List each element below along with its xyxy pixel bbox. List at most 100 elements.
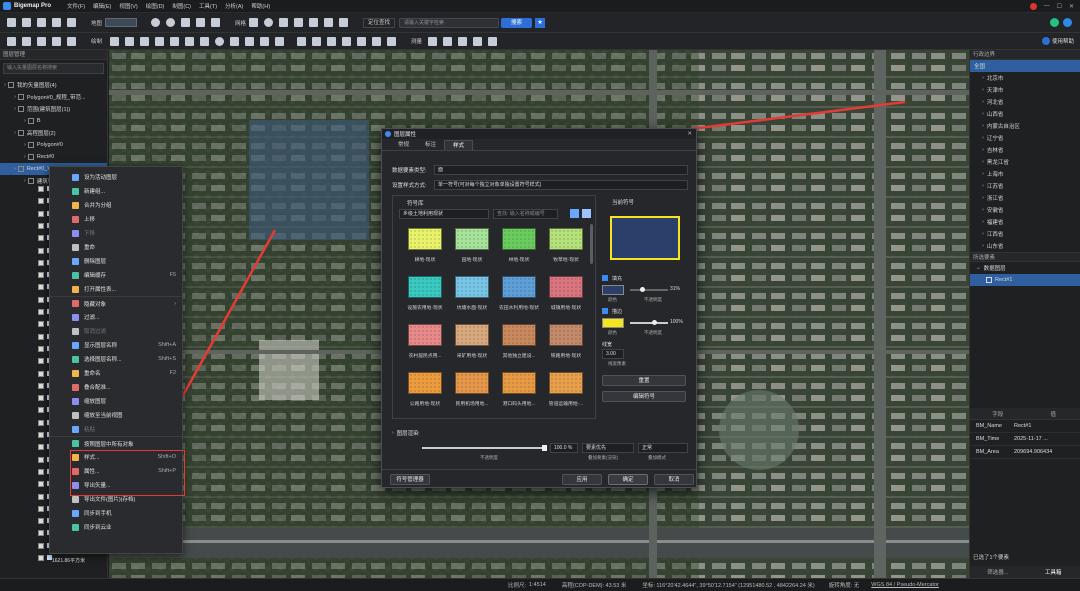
feature-item-rect1[interactable]: Rect#1 <box>970 274 1080 286</box>
feature-checkbox[interactable] <box>38 444 44 451</box>
context-menu-item[interactable]: 隐藏对象 › <box>50 296 182 310</box>
reset-button[interactable]: 重置 <box>602 375 686 386</box>
layer-icon[interactable] <box>211 18 221 27</box>
feature-checkbox[interactable] <box>38 395 44 402</box>
fill-opacity-slider[interactable] <box>630 289 668 291</box>
feature-checkbox[interactable] <box>38 296 44 303</box>
polygon-icon[interactable] <box>200 36 210 46</box>
expand-arrow-icon[interactable]: › <box>982 123 984 129</box>
feature-checkbox[interactable] <box>38 432 44 438</box>
identify-icon[interactable] <box>67 36 76 46</box>
region-item[interactable]: › 辽宁省 <box>970 132 1080 144</box>
expand-arrow-icon[interactable]: › <box>982 135 984 141</box>
blend-select[interactable]: 要素优先 <box>582 443 634 453</box>
symbol-search-input[interactable]: 查找: 输入名称或编号 <box>493 209 558 219</box>
measure-area-icon[interactable] <box>443 36 453 46</box>
visibility-checkbox[interactable] <box>27 154 34 160</box>
menu-item[interactable]: 制图(C) <box>172 2 191 10</box>
attribute-header[interactable]: 值 <box>1026 410 1080 418</box>
symbol-manager-button[interactable]: 符号管理器 <box>390 474 430 485</box>
table-icon[interactable] <box>279 18 289 27</box>
dialog-close-icon[interactable]: ✕ <box>687 131 692 137</box>
globe-icon[interactable] <box>264 18 274 27</box>
cloud-icon[interactable] <box>1063 18 1072 27</box>
region-item[interactable]: › 安徽省 <box>970 204 1080 216</box>
profile-icon[interactable] <box>488 36 498 46</box>
grid-view-icon[interactable] <box>582 209 591 218</box>
fill-color-swatch[interactable] <box>602 285 624 295</box>
save-icon[interactable] <box>52 18 61 27</box>
layer-tree-item[interactable]: › Polygon#0_规程_带范... <box>0 91 107 103</box>
attribute-row[interactable]: BM_Area 209694.906434 <box>970 446 1080 459</box>
measure-height-icon[interactable] <box>473 36 483 46</box>
menu-item[interactable]: 帮助(H) <box>251 2 270 10</box>
fullscreen-icon[interactable] <box>181 18 191 27</box>
context-menu-item[interactable]: 上移 <box>50 212 182 226</box>
context-menu-item[interactable]: 重命 <box>50 240 182 254</box>
crs-readout[interactable]: WGS 84 / Pseudo-Mercator <box>871 582 939 588</box>
visibility-checkbox[interactable] <box>27 118 34 124</box>
cut-icon[interactable] <box>372 36 382 46</box>
feature-checkbox[interactable] <box>38 321 44 328</box>
pan-hand-icon[interactable] <box>7 36 16 46</box>
feature-checkbox[interactable] <box>38 222 44 229</box>
feature-checkbox[interactable] <box>38 481 44 488</box>
close-icon[interactable]: ✕ <box>1069 3 1074 10</box>
context-menu-item[interactable]: 合并为分组 <box>50 198 182 212</box>
symbol-swatch[interactable] <box>408 324 442 346</box>
region-item[interactable]: › 北京市 <box>970 72 1080 84</box>
ok-button[interactable]: 确定 <box>608 474 648 485</box>
layer-tree-item[interactable]: › B <box>0 115 107 127</box>
region-item[interactable]: › 黑龙江省 <box>970 156 1080 168</box>
feature-checkbox[interactable] <box>38 259 44 266</box>
search-input[interactable]: 请输入关键字检索 <box>399 17 500 28</box>
full-extent-icon[interactable] <box>196 18 206 27</box>
scale-value[interactable]: 1:4514 <box>529 582 546 588</box>
expand-arrow-icon[interactable]: › <box>982 111 984 117</box>
maximize-icon[interactable]: ☐ <box>1057 3 1062 10</box>
context-menu-item[interactable]: 过滤... <box>50 310 182 324</box>
expand-arrow-icon[interactable]: › <box>4 82 6 88</box>
feature-checkbox[interactable] <box>38 518 44 525</box>
feature-checkbox[interactable] <box>38 530 44 537</box>
symbol-swatch[interactable] <box>455 228 489 250</box>
context-menu-item[interactable]: 选择图层名称... Shift+S <box>50 352 182 366</box>
visibility-checkbox[interactable] <box>27 178 34 184</box>
stroke-checkbox[interactable] <box>602 308 608 314</box>
open-file-icon[interactable] <box>22 18 31 27</box>
region-item[interactable]: › 浙江省 <box>970 192 1080 204</box>
expand-arrow-icon[interactable]: › <box>14 94 16 100</box>
expand-arrow-icon[interactable]: › <box>982 147 984 153</box>
map-source-icon[interactable] <box>105 18 138 27</box>
menu-item[interactable]: 绘图(D) <box>146 2 165 10</box>
symbol-swatch[interactable] <box>502 372 536 394</box>
region-item[interactable]: › 福建省 <box>970 216 1080 228</box>
rectangle-icon[interactable] <box>185 36 195 46</box>
measure-distance-icon[interactable] <box>428 36 438 46</box>
layer-tree-item[interactable]: › 我的矢量图层(4) <box>0 79 107 91</box>
feature-checkbox[interactable] <box>38 555 44 561</box>
symbol-swatch[interactable] <box>549 324 583 346</box>
feature-checkbox[interactable] <box>38 186 44 192</box>
region-item[interactable]: › 山西省 <box>970 108 1080 120</box>
expand-arrow-icon[interactable]: › <box>982 243 984 249</box>
feature-checkbox[interactable] <box>38 505 44 512</box>
grid-label[interactable]: 网格 <box>235 19 246 27</box>
list-view-icon[interactable] <box>570 209 579 218</box>
attribute-row[interactable]: BM_Name Rect#1 <box>970 420 1080 433</box>
freehand-icon[interactable] <box>170 36 180 46</box>
symbol-swatch[interactable] <box>549 372 583 394</box>
bottom-tab[interactable]: 筛选器... <box>970 568 1026 576</box>
element-type-select[interactable]: 面 <box>434 165 688 175</box>
context-menu-item[interactable]: 删除图层 <box>50 254 182 268</box>
expand-icon[interactable]: › <box>392 430 394 436</box>
symbol-swatch[interactable] <box>455 324 489 346</box>
arrow-tool-icon[interactable] <box>260 36 270 46</box>
region-item[interactable]: › 天津市 <box>970 84 1080 96</box>
layer-tree-item[interactable]: › 范围(建筑图层(1)) <box>0 103 107 115</box>
menu-item[interactable]: 视图(V) <box>119 2 137 10</box>
stroke-color-swatch[interactable] <box>602 318 624 328</box>
symbol-swatch[interactable] <box>408 228 442 250</box>
apply-button[interactable]: 应用 <box>562 474 602 485</box>
expand-arrow-icon[interactable]: › <box>14 130 16 136</box>
